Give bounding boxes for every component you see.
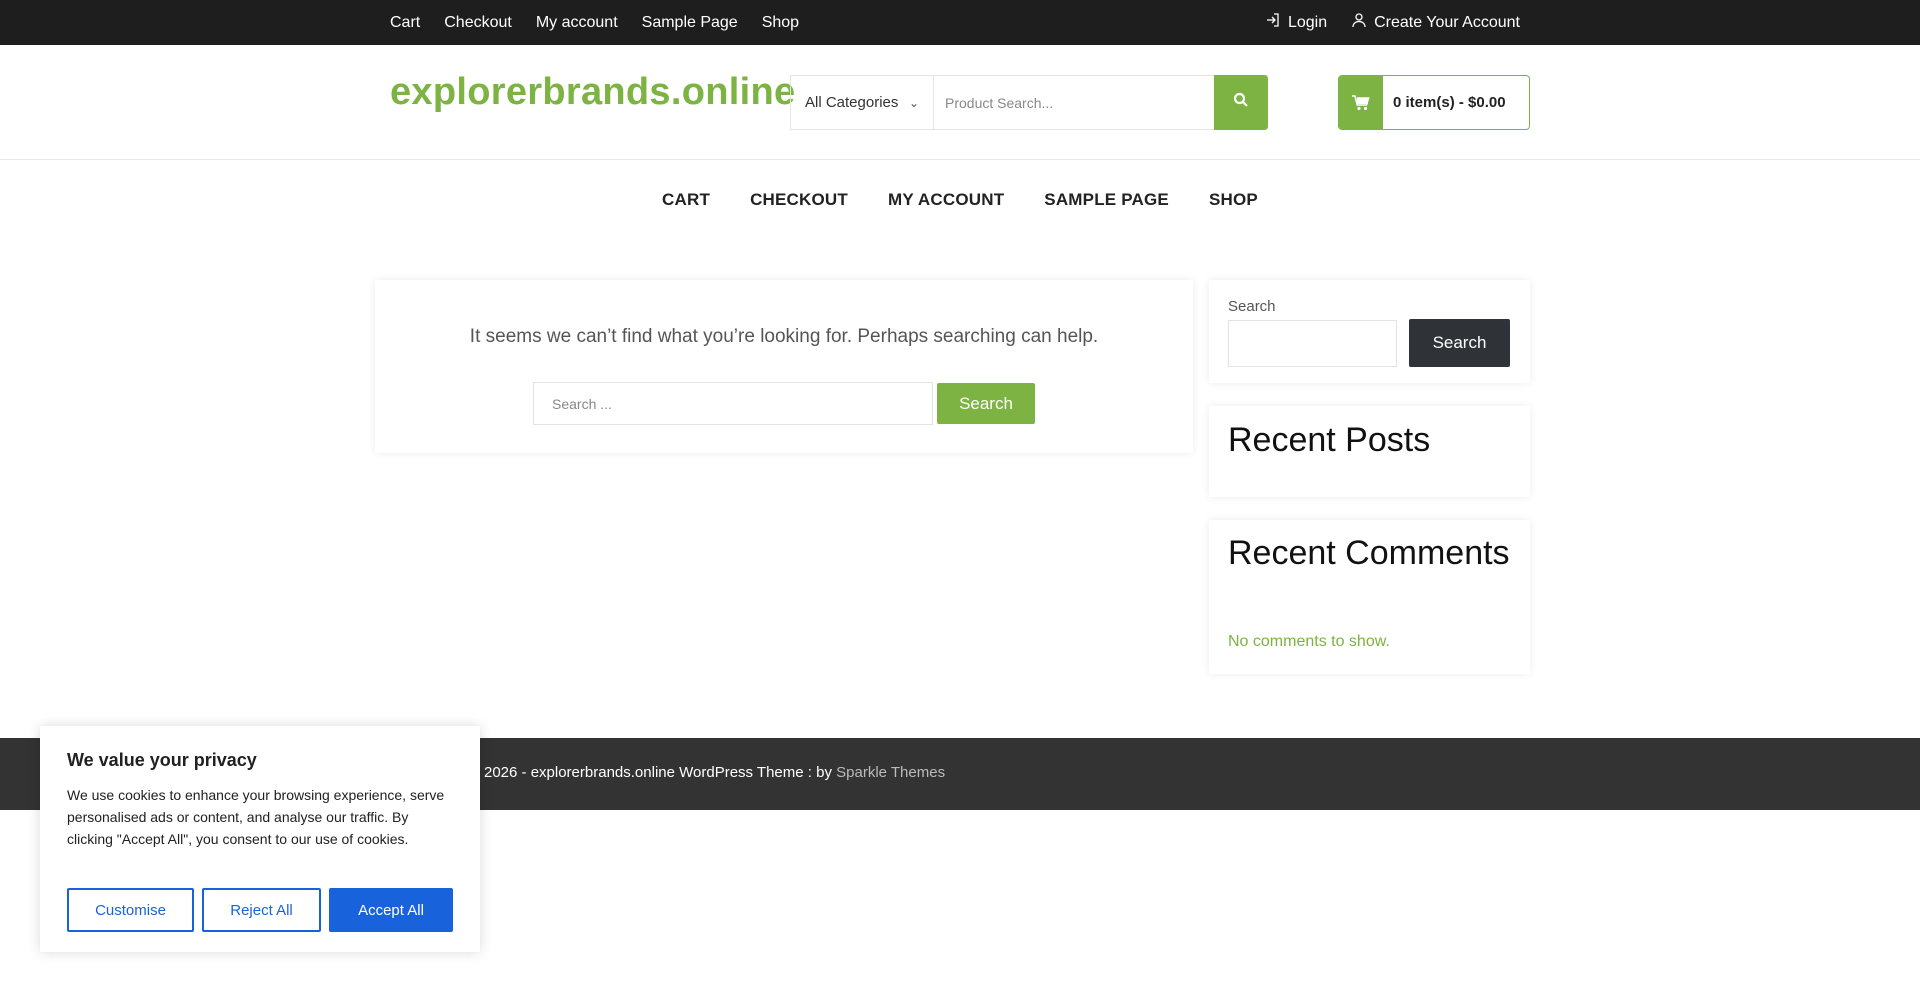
search-icon [1233,92,1249,113]
no-results-message: It seems we can’t find what you’re looki… [469,326,1099,347]
recent-posts-title: Recent Posts [1228,421,1431,459]
cart-summary: 0 item(s) - $0.00 [1393,94,1506,111]
no-comments-text: No comments to show. [1228,633,1390,650]
create-account-label[interactable]: Create Your Account [1374,14,1520,32]
product-search-button[interactable] [1214,75,1268,130]
user-icon [1351,12,1367,33]
top-bar: Cart Checkout My account Sample Page Sho… [0,0,1920,45]
recent-comments-widget: Recent Comments No comments to show. [1209,520,1530,674]
sidebar-search-input[interactable] [1228,320,1397,367]
nav-item-shop[interactable]: SHOP [1209,190,1258,210]
sidebar-search-label: Search [1228,298,1276,315]
create-account-link[interactable]: Create Your Account [1351,12,1520,33]
sidebar-search-button[interactable]: Search [1409,319,1510,367]
category-select[interactable]: All Categories ⌄ [791,76,934,129]
recent-comments-title: Recent Comments [1228,534,1510,572]
sidebar-search-widget: Search Search [1209,280,1530,383]
cookie-consent-banner: We value your privacy We use cookies to … [40,726,480,952]
accept-all-button[interactable]: Accept All [329,888,453,932]
cookie-actions: Customise Reject All Accept All [67,888,453,932]
mini-cart[interactable]: 0 item(s) - $0.00 [1338,75,1530,130]
top-link-sample-page[interactable]: Sample Page [642,14,738,32]
product-search: All Categories ⌄ [790,75,1268,130]
top-nav: Cart Checkout My account Sample Page Sho… [390,14,799,32]
site-logo[interactable]: explorerbrands.online [390,71,795,114]
top-link-my-account[interactable]: My account [536,14,618,32]
chevron-down-icon: ⌄ [908,95,919,110]
reject-all-button[interactable]: Reject All [202,888,321,932]
nav-item-checkout[interactable]: CHECKOUT [750,190,848,210]
footer-copyright: 2026 - explorerbrands.online WordPress T… [484,764,945,781]
top-link-checkout[interactable]: Checkout [444,14,512,32]
login-link[interactable]: Login [1265,12,1327,33]
category-select-value: All Categories [805,94,899,111]
customise-button[interactable]: Customise [67,888,194,932]
main-nav: CART CHECKOUT MY ACCOUNT SAMPLE PAGE SHO… [0,175,1920,225]
nav-item-sample-page[interactable]: SAMPLE PAGE [1044,190,1169,210]
product-search-input[interactable] [934,76,1214,129]
cart-icon [1339,76,1383,129]
recent-posts-widget: Recent Posts [1209,406,1530,497]
nav-item-my-account[interactable]: MY ACCOUNT [888,190,1004,210]
account-links: Login Create Your Account [1265,12,1520,33]
search-form: Search [533,382,1035,425]
login-label[interactable]: Login [1288,14,1327,32]
top-link-shop[interactable]: Shop [762,14,799,32]
search-input[interactable] [533,382,933,425]
search-button[interactable]: Search [937,383,1035,424]
no-results-panel: It seems we can’t find what you’re looki… [375,280,1193,453]
top-link-cart[interactable]: Cart [390,14,420,32]
cookie-description: We use cookies to enhance your browsing … [67,787,445,847]
site-header: explorerbrands.online All Categories ⌄ 0… [0,45,1920,160]
footer-theme-link[interactable]: Sparkle Themes [836,764,945,781]
nav-item-cart[interactable]: CART [662,190,710,210]
cookie-title: We value your privacy [67,750,257,770]
login-icon [1265,12,1281,33]
footer-text: 2026 - explorerbrands.online WordPress T… [484,764,832,781]
